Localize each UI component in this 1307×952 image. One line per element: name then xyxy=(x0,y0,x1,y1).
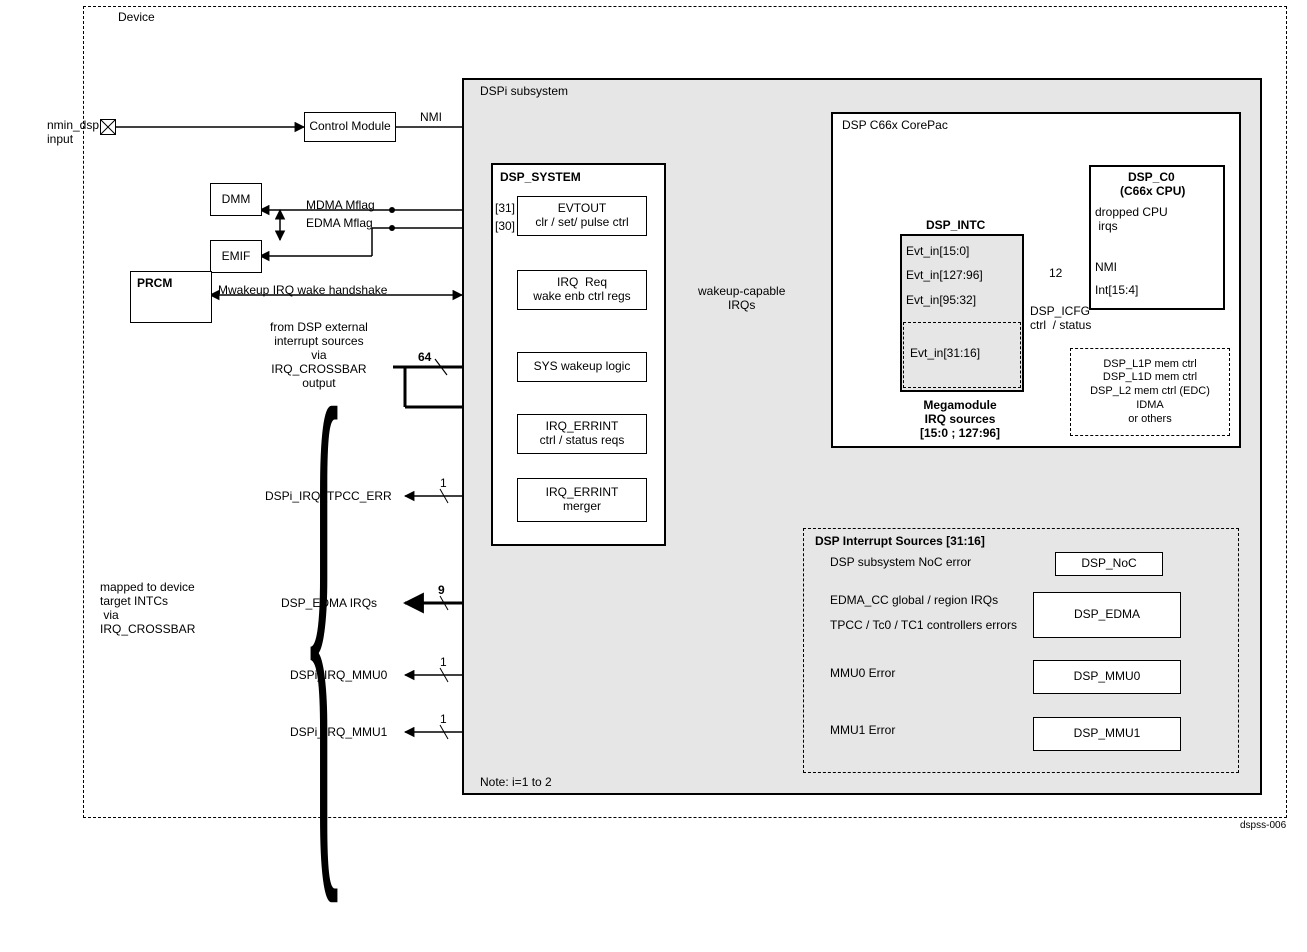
dsp-c0-title: DSP_C0 xyxy=(1128,170,1175,184)
dsp-noc-block: DSP_NoC xyxy=(1055,552,1163,576)
dmm-label: DMM xyxy=(222,193,251,207)
prcm-block: PRCM xyxy=(130,271,212,323)
mem-ctrl-block: DSP_L1P mem ctrl DSP_L1D mem ctrl DSP_L2… xyxy=(1070,348,1230,436)
out-mmu1-label: DSPi_IRQ_MMU1 xyxy=(290,725,387,739)
bus12-label: 12 xyxy=(1049,266,1062,280)
dsp-mmu0-label: DSP_MMU0 xyxy=(1074,670,1141,684)
dmm-block: DMM xyxy=(210,183,262,216)
dsp-c66x-corepac-title: DSP C66x CorePac xyxy=(842,118,948,132)
prcm-label: PRCM xyxy=(137,276,172,290)
b31-label: [31] xyxy=(495,201,515,215)
dropped-label: dropped CPU irqs xyxy=(1095,205,1168,233)
dsp-interrupt-sources-title: DSP Interrupt Sources [31:16] xyxy=(815,534,985,548)
irq-errint-merger-block: IRQ_ERRINT merger xyxy=(517,478,647,522)
evt31-16-label: Evt_in[31:16] xyxy=(910,346,980,360)
b30-label: [30] xyxy=(495,219,515,233)
evt127-96-label: Evt_in[127:96] xyxy=(906,268,983,282)
out-mmu1-n: 1 xyxy=(440,712,447,726)
emif-label: EMIF xyxy=(222,250,251,264)
l1d-label: DSP_L1D mem ctrl xyxy=(1103,371,1197,385)
control-module-block: Control Module xyxy=(304,112,396,142)
l1p-label: DSP_L1P mem ctrl xyxy=(1103,358,1196,372)
idma-label: IDMA xyxy=(1136,399,1164,413)
out-tpcc-err-n: 1 xyxy=(440,476,447,490)
dsp-intc-title: DSP_INTC xyxy=(926,218,985,232)
c0-int-label: Int[15:4] xyxy=(1095,283,1138,297)
mmu0-error-label: MMU0 Error xyxy=(830,666,895,680)
dsp-edma-label: DSP_EDMA xyxy=(1074,608,1140,622)
device-title: Device xyxy=(118,10,155,24)
megamodule-label: Megamodule IRQ sources [15:0 ; 127:96] xyxy=(920,398,1000,440)
out-mmu0-n: 1 xyxy=(440,655,447,669)
out-edma-n: 9 xyxy=(438,583,445,597)
tpcc-label: TPCC / Tc0 / TC1 controllers errors xyxy=(830,618,1017,632)
dsp-mmu1-block: DSP_MMU1 xyxy=(1033,717,1181,751)
dsp-noc-label: DSP_NoC xyxy=(1081,557,1136,571)
irq-req-block: IRQ Req wake enb ctrl regs xyxy=(517,270,647,310)
crossbar-mapping-label: mapped to device target INTCs via IRQ_CR… xyxy=(100,580,195,636)
out-tpcc-err-label: DSPi_IRQ_TPCC_ERR xyxy=(265,489,392,503)
diagram-id-label: dspss-006 xyxy=(1240,820,1286,831)
out-mmu0-label: DSPi_IRQ_MMU0 xyxy=(290,668,387,682)
irq-errint-ctrl-label: IRQ_ERRINT ctrl / status reqs xyxy=(540,420,625,448)
irq-errint-ctrl-block: IRQ_ERRINT ctrl / status reqs xyxy=(517,414,647,454)
nmin-dsp-label: nmin_dsp input xyxy=(47,118,99,146)
edma-cc-label: EDMA_CC global / region IRQs xyxy=(830,593,998,607)
evtout-block: EVTOUT clr / set/ pulse ctrl xyxy=(517,196,647,236)
dsp-c0-sub: (C66x CPU) xyxy=(1120,184,1185,198)
mdma-label: MDMA Mflag xyxy=(306,198,375,212)
dsp-system-title: DSP_SYSTEM xyxy=(500,170,581,184)
emif-block: EMIF xyxy=(210,240,262,273)
nmi-label: NMI xyxy=(420,110,442,124)
edma-mflag-label: EDMA Mflag xyxy=(306,216,373,230)
note-label: Note: i=1 to 2 xyxy=(480,775,552,789)
noc-error-label: DSP subsystem NoC error xyxy=(830,555,971,569)
mmu1-error-label: MMU1 Error xyxy=(830,723,895,737)
dsp-mmu0-block: DSP_MMU0 xyxy=(1033,660,1181,694)
dspi-subsystem-title: DSPi subsystem xyxy=(480,84,568,98)
l2-label: DSP_L2 mem ctrl (EDC) xyxy=(1090,385,1210,399)
irq-req-label: IRQ Req wake enb ctrl regs xyxy=(533,276,630,304)
out-edma-label: DSP_EDMA IRQs xyxy=(281,596,377,610)
sys-wakeup-block: SYS wakeup logic xyxy=(517,352,647,382)
control-module-label: Control Module xyxy=(309,120,390,134)
sys-wakeup-label: SYS wakeup logic xyxy=(534,360,631,374)
evt15-0-label: Evt_in[15:0] xyxy=(906,244,969,258)
c0-nmi-label: NMI xyxy=(1095,260,1117,274)
dsp-icfg-label: DSP_ICFG ctrl / status xyxy=(1030,304,1091,332)
dsp-mmu1-label: DSP_MMU1 xyxy=(1074,727,1141,741)
evt95-32-label: Evt_in[95:32] xyxy=(906,293,976,307)
wakeup-irqs-label: wakeup-capable IRQs xyxy=(698,284,785,312)
irq-errint-merger-label: IRQ_ERRINT merger xyxy=(546,486,619,514)
dsp-edma-block: DSP_EDMA xyxy=(1033,592,1181,638)
bus64-label: 64 xyxy=(418,350,431,364)
nmin-dsp-pin xyxy=(100,119,116,135)
evtout-label: EVTOUT clr / set/ pulse ctrl xyxy=(535,202,628,230)
others-label: or others xyxy=(1128,413,1171,427)
